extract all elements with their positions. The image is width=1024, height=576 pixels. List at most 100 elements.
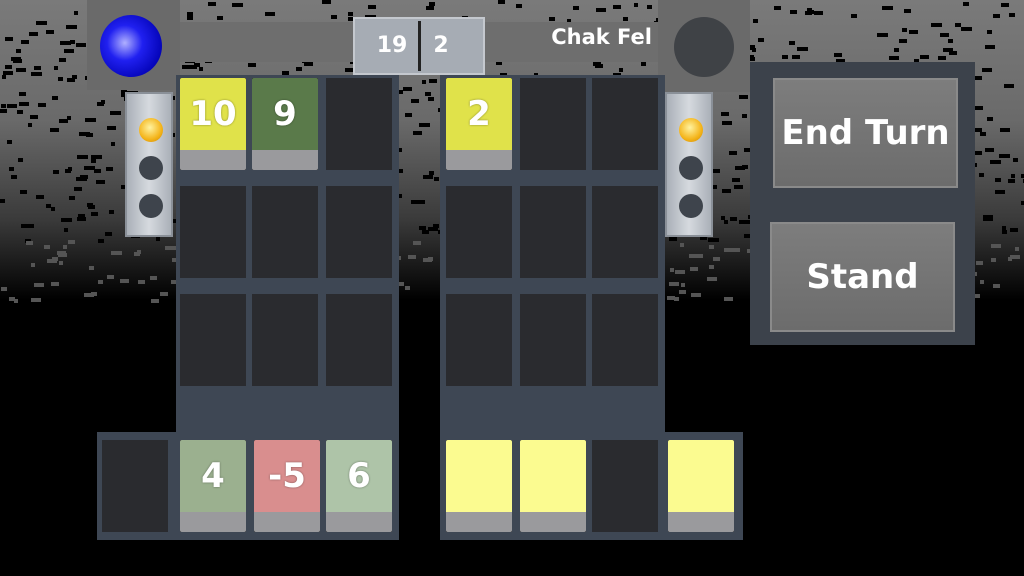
- noise-speck: [902, 28, 907, 32]
- noise-speck: [993, 284, 1000, 288]
- opponent-hand-card[interactable]: [446, 440, 512, 532]
- noise-speck: [709, 265, 714, 269]
- noise-speck: [419, 123, 430, 127]
- noise-speck: [160, 292, 168, 296]
- noise-speck: [67, 78, 75, 82]
- noise-speck: [940, 33, 949, 37]
- noise-speck: [1, 104, 6, 108]
- noise-speck: [109, 210, 114, 214]
- noise-speck: [573, 6, 579, 10]
- noise-speck: [58, 77, 63, 81]
- noise-speck: [774, 6, 781, 10]
- card-footer: [180, 150, 246, 170]
- noise-speck: [963, 2, 969, 6]
- noise-speck: [248, 63, 256, 67]
- opponent-board-slot: [592, 294, 658, 386]
- noise-speck: [91, 212, 98, 216]
- noise-speck: [411, 99, 419, 103]
- noise-speck: [708, 238, 719, 242]
- noise-speck: [792, 55, 800, 59]
- opponent-hand-card[interactable]: [520, 440, 586, 532]
- noise-speck: [413, 131, 422, 135]
- noise-speck: [904, 9, 911, 13]
- noise-speck: [51, 282, 59, 286]
- noise-speck: [899, 39, 907, 43]
- noise-speck: [691, 293, 701, 297]
- player-board-slot: [326, 186, 392, 278]
- noise-speck: [74, 187, 82, 191]
- noise-speck: [991, 258, 996, 262]
- stand-button[interactable]: Stand: [770, 222, 955, 332]
- noise-speck: [613, 5, 621, 9]
- noise-speck: [938, 56, 946, 60]
- player-score: 19: [376, 33, 408, 58]
- noise-speck: [807, 8, 812, 12]
- noise-speck: [110, 111, 121, 115]
- opponent-hand-slot[interactable]: [668, 440, 734, 532]
- player-hand-slot[interactable]: -5: [254, 440, 320, 532]
- noise-speck: [834, 53, 842, 57]
- noise-speck: [53, 170, 59, 174]
- player-board-slot: [326, 294, 392, 386]
- card-footer: [254, 512, 320, 532]
- opponent-hand-slot[interactable]: [446, 440, 512, 532]
- noise-speck: [64, 49, 74, 53]
- player-board-slot: 9: [252, 78, 318, 170]
- noise-speck: [134, 252, 140, 256]
- noise-speck: [429, 79, 437, 83]
- player-hand-card[interactable]: 4: [180, 440, 246, 532]
- noise-speck: [68, 240, 75, 244]
- noise-speck: [722, 189, 731, 193]
- noise-speck: [669, 237, 677, 241]
- noise-speck: [735, 166, 745, 170]
- noise-speck: [106, 167, 113, 171]
- player-board-card: 9: [252, 78, 318, 170]
- player-hand-card[interactable]: 6: [326, 440, 392, 532]
- card-value: 6: [326, 440, 392, 512]
- noise-speck: [434, 177, 439, 181]
- player-hand-slot[interactable]: 4: [180, 440, 246, 532]
- opponent-hand-slot[interactable]: [592, 440, 658, 532]
- noise-speck: [721, 216, 725, 220]
- opponent-hand-card[interactable]: [668, 440, 734, 532]
- noise-speck: [426, 6, 434, 10]
- noise-speck: [1013, 158, 1018, 162]
- noise-speck: [403, 87, 412, 91]
- noise-speck: [66, 25, 77, 29]
- noise-speck: [894, 48, 899, 52]
- end-turn-button[interactable]: End Turn: [773, 78, 958, 188]
- player-hand-slot[interactable]: 6: [326, 440, 392, 532]
- noise-speck: [52, 257, 58, 261]
- noise-speck: [18, 158, 23, 162]
- noise-speck: [1009, 13, 1015, 17]
- noise-speck: [69, 196, 75, 200]
- noise-speck: [985, 148, 994, 152]
- noise-speck: [419, 226, 426, 230]
- noise-speck: [429, 2, 435, 6]
- noise-speck: [20, 190, 27, 194]
- noise-speck: [421, 200, 425, 204]
- noise-speck: [199, 67, 203, 71]
- opponent-hand-slot[interactable]: [520, 440, 586, 532]
- card-footer: [326, 512, 392, 532]
- player-board: 10 9: [176, 75, 399, 435]
- player-hand-slot[interactable]: [102, 440, 168, 532]
- noise-speck: [428, 257, 433, 261]
- noise-speck: [667, 296, 675, 300]
- noise-speck: [974, 106, 983, 110]
- player-hand-card[interactable]: -5: [254, 440, 320, 532]
- noise-speck: [19, 102, 29, 106]
- noise-speck: [63, 245, 67, 249]
- noise-speck: [89, 266, 94, 270]
- player-board-slot: [180, 186, 246, 278]
- noise-speck: [91, 159, 96, 163]
- noise-speck: [782, 55, 788, 59]
- noise-speck: [1001, 3, 1009, 7]
- noise-speck: [57, 251, 66, 255]
- noise-speck: [797, 47, 808, 51]
- noise-speck: [983, 215, 993, 219]
- noise-speck: [742, 114, 747, 118]
- noise-speck: [68, 167, 72, 171]
- noise-speck: [28, 123, 32, 127]
- noise-speck: [85, 118, 96, 122]
